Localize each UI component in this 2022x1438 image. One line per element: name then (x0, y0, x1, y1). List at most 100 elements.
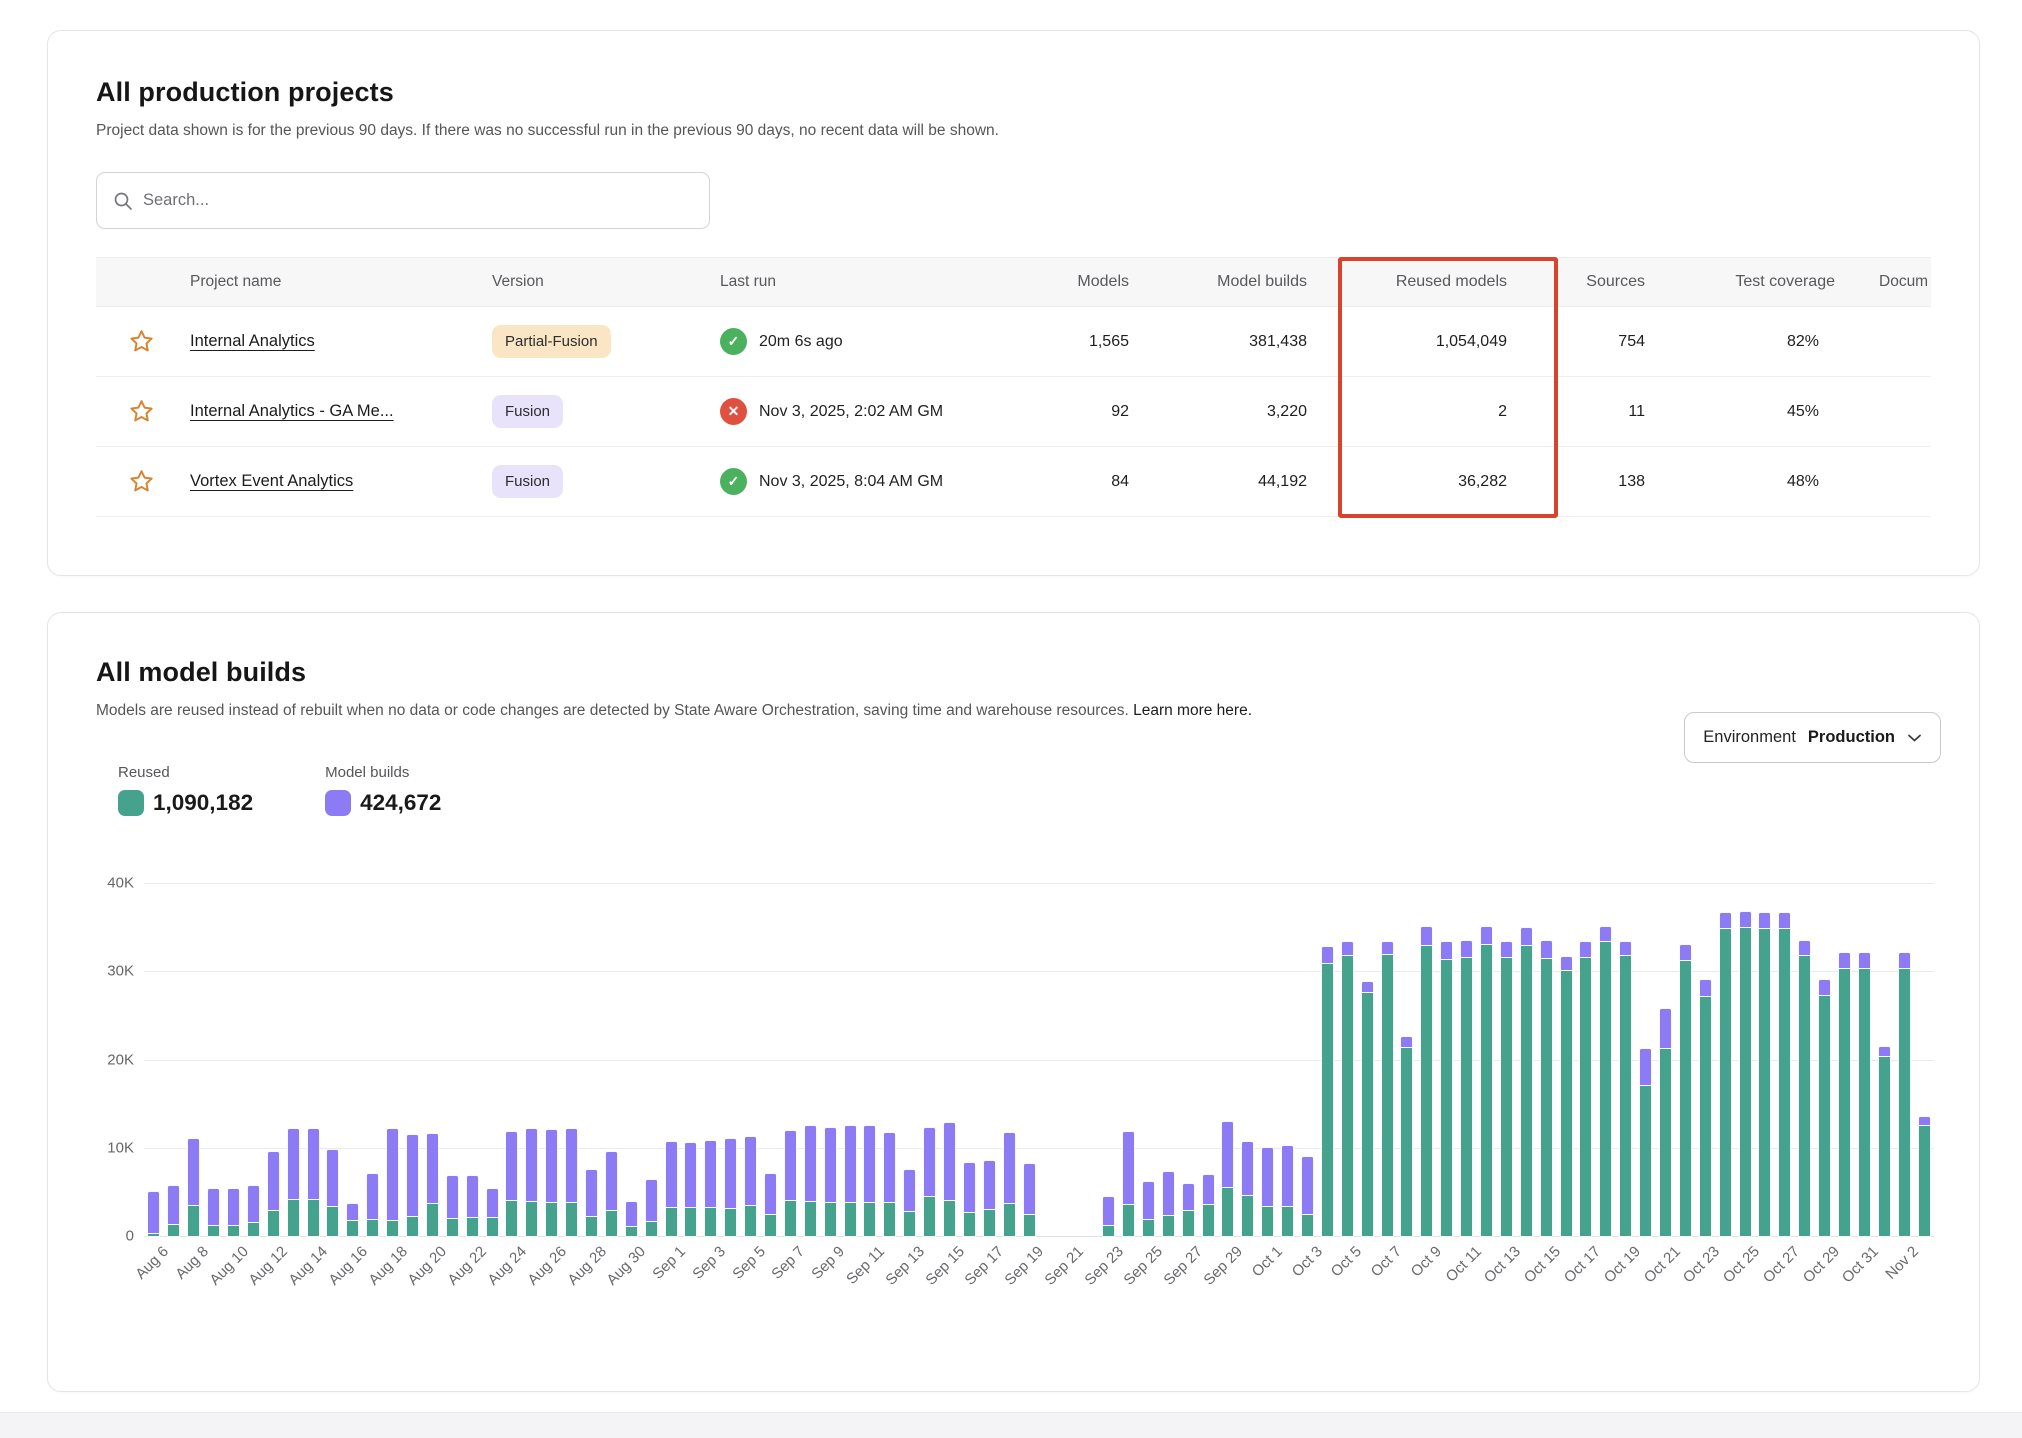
bar-group[interactable] (1758, 912, 1771, 1237)
bar-group[interactable] (1719, 912, 1732, 1237)
bar-group[interactable] (1023, 1163, 1036, 1237)
bar-group[interactable] (625, 1201, 638, 1237)
bar-group[interactable] (1241, 1141, 1254, 1237)
bar-group[interactable] (923, 1127, 936, 1237)
bar-group[interactable] (1361, 981, 1374, 1237)
bar-group[interactable] (386, 1128, 399, 1237)
bar-group[interactable] (1679, 944, 1692, 1237)
bar-group[interactable] (525, 1128, 538, 1237)
bar-group[interactable] (1798, 940, 1811, 1237)
bar-group[interactable] (1420, 926, 1433, 1237)
bar-group[interactable] (1162, 1171, 1175, 1237)
bar-group[interactable] (1619, 941, 1632, 1238)
bar-group[interactable] (1838, 952, 1851, 1237)
bar-group[interactable] (1480, 926, 1493, 1237)
bar-group[interactable] (1500, 941, 1513, 1237)
bar-group[interactable] (824, 1127, 837, 1237)
bar-group[interactable] (784, 1130, 797, 1237)
bar-group[interactable] (247, 1185, 260, 1237)
bar-group[interactable] (227, 1188, 240, 1237)
bar-group[interactable] (963, 1162, 976, 1237)
bar-group[interactable] (844, 1125, 857, 1237)
project-name-link[interactable]: Internal Analytics (190, 332, 315, 350)
bar-group[interactable] (1301, 1156, 1314, 1237)
bar-group[interactable] (1599, 926, 1612, 1237)
bar-group[interactable] (724, 1138, 737, 1237)
environment-dropdown[interactable]: Environment Production (1684, 712, 1941, 763)
bar-group[interactable] (1122, 1131, 1135, 1237)
project-search[interactable] (96, 172, 710, 229)
bar-group[interactable] (1739, 911, 1752, 1237)
bar-group[interactable] (1699, 979, 1712, 1237)
bar-group[interactable] (1560, 956, 1573, 1238)
bar-group[interactable] (1202, 1174, 1215, 1237)
bar-group[interactable] (704, 1140, 717, 1237)
bar-group[interactable] (446, 1175, 459, 1237)
bar-group[interactable] (1261, 1147, 1274, 1237)
bar-group[interactable] (426, 1133, 439, 1237)
bar-group[interactable] (1639, 1048, 1652, 1237)
learn-more-link[interactable]: Learn more here. (1133, 702, 1252, 719)
bar-group[interactable] (605, 1151, 618, 1237)
bar-group[interactable] (545, 1129, 558, 1237)
bar-group[interactable] (307, 1128, 320, 1237)
bar-group[interactable] (187, 1138, 200, 1237)
favorite-star-button[interactable] (126, 397, 156, 427)
bar-group[interactable] (1381, 941, 1394, 1238)
bar-group[interactable] (167, 1185, 180, 1237)
bar-segment-model-builds (505, 1131, 518, 1201)
bar-group[interactable] (147, 1191, 160, 1237)
project-name-link[interactable]: Vortex Event Analytics (190, 472, 353, 490)
bar-group[interactable] (406, 1134, 419, 1237)
bar-group[interactable] (684, 1142, 697, 1237)
favorite-star-button[interactable] (126, 327, 156, 357)
bar-group[interactable] (366, 1173, 379, 1237)
bar-group[interactable] (565, 1128, 578, 1237)
favorite-star-button[interactable] (126, 467, 156, 497)
project-name-link[interactable]: Internal Analytics - GA Me... (190, 402, 394, 420)
bar-group[interactable] (1460, 940, 1473, 1237)
bar-group[interactable] (1102, 1196, 1115, 1237)
search-input[interactable] (143, 191, 693, 210)
bar-group[interactable] (1918, 1116, 1931, 1237)
bar-group[interactable] (1221, 1121, 1234, 1237)
bar-group[interactable] (1003, 1132, 1016, 1237)
bar-group[interactable] (665, 1141, 678, 1237)
bar-group[interactable] (1142, 1181, 1155, 1237)
bar-group[interactable] (1540, 940, 1553, 1237)
bar-group[interactable] (1400, 1036, 1413, 1237)
bar-group[interactable] (804, 1125, 817, 1237)
bar-group[interactable] (1440, 941, 1453, 1238)
bar-group[interactable] (1898, 952, 1911, 1237)
bar-group[interactable] (1659, 1008, 1672, 1237)
bar-group[interactable] (486, 1188, 499, 1237)
bar-group[interactable] (1182, 1183, 1195, 1237)
bar-group[interactable] (1579, 941, 1592, 1238)
bar-group[interactable] (267, 1151, 280, 1237)
bar-group[interactable] (744, 1136, 757, 1237)
bar-group[interactable] (1818, 979, 1831, 1237)
bar-group[interactable] (505, 1131, 518, 1237)
bar-group[interactable] (346, 1203, 359, 1237)
bar-group[interactable] (1281, 1145, 1294, 1237)
bar-group[interactable] (1778, 912, 1791, 1237)
bar-group[interactable] (585, 1169, 598, 1237)
bar-group[interactable] (903, 1169, 916, 1237)
bar-group[interactable] (207, 1188, 220, 1237)
bar-group[interactable] (764, 1173, 777, 1237)
bar-group[interactable] (466, 1175, 479, 1237)
x-tick-label: Sep 19 (1001, 1243, 1047, 1289)
bar-group[interactable] (1858, 952, 1871, 1237)
bar-group[interactable] (883, 1132, 896, 1237)
bar-group[interactable] (1878, 1046, 1891, 1237)
bar-group[interactable] (1341, 941, 1354, 1237)
bar-group[interactable] (1520, 927, 1533, 1237)
bar-group[interactable] (287, 1128, 300, 1237)
bar-group[interactable] (645, 1179, 658, 1237)
bar-segment-reused (1400, 1048, 1413, 1237)
bar-group[interactable] (326, 1149, 339, 1237)
bar-group[interactable] (863, 1125, 876, 1237)
bar-group[interactable] (943, 1122, 956, 1237)
bar-group[interactable] (1321, 946, 1334, 1237)
bar-group[interactable] (983, 1160, 996, 1237)
